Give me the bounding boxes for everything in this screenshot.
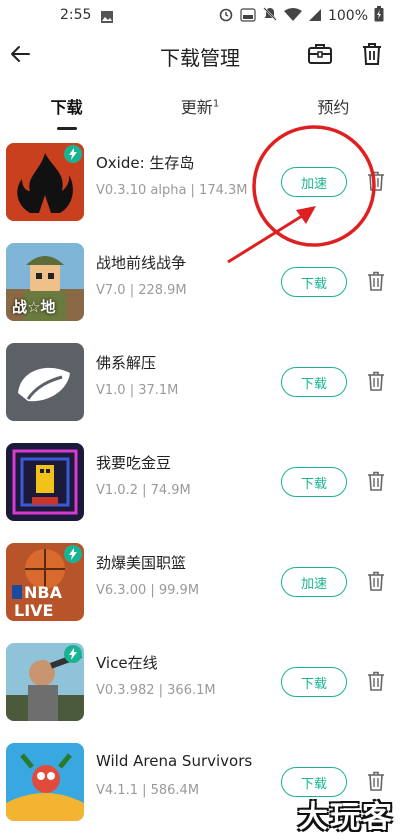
battery-text: 100% xyxy=(327,8,368,24)
page-title: 下载管理 xyxy=(160,46,240,70)
tab-bar: 下载 更新1 预约 xyxy=(0,84,400,134)
app-meta: V0.3.982 | 366.1M xyxy=(96,683,216,698)
title-bar: 下载管理 xyxy=(0,32,400,80)
tab-reserve[interactable]: 预约 xyxy=(267,84,400,134)
list-item: 我要吃金豆 V1.0.2 | 74.9M 下载 xyxy=(0,434,400,534)
download-button[interactable]: 下载 xyxy=(281,467,347,497)
delete-button[interactable] xyxy=(367,571,387,593)
delete-button[interactable] xyxy=(367,171,387,193)
trash-icon xyxy=(367,371,385,395)
delete-all-button[interactable] xyxy=(356,40,388,72)
tab-download-label: 下载 xyxy=(50,98,83,117)
mute-icon xyxy=(262,6,278,26)
app-icon-battlefront[interactable]: 战☆地 xyxy=(6,243,84,321)
status-bar: 2:55 100% xyxy=(0,0,400,32)
watermark-logo: 大玩客 xyxy=(254,796,394,836)
tab-update[interactable]: 更新1 xyxy=(133,84,266,134)
app-name: Vice在线 xyxy=(96,654,158,672)
trash-icon xyxy=(367,671,385,695)
trash-icon xyxy=(367,471,385,495)
list-item: 战☆地 战地前线战争 V7.0 | 228.9M 下载 xyxy=(0,234,400,334)
tab-reserve-label: 预约 xyxy=(317,98,350,117)
battery-icon xyxy=(374,6,384,26)
tab-download[interactable]: 下载 xyxy=(0,84,133,134)
update-count-badge: 1 xyxy=(212,98,220,110)
watermark-text: 大玩客 xyxy=(298,800,394,835)
boost-button[interactable]: 加速 xyxy=(281,567,347,597)
app-name: Wild Arena Survivors xyxy=(96,752,253,770)
trash-icon xyxy=(361,42,383,70)
trash-icon xyxy=(367,171,385,195)
list-item: NBA LIVE 劲爆美国职篮 V6.3.00 | 99.9M 加速 xyxy=(0,534,400,634)
status-icons: 100% xyxy=(218,6,384,26)
download-button[interactable]: 下载 xyxy=(281,367,347,397)
app-icon-wild-arena[interactable] xyxy=(6,743,84,821)
app-meta: V7.0 | 228.9M xyxy=(96,283,187,298)
alarm-icon xyxy=(218,6,234,26)
icon-label-war: 战☆地 xyxy=(12,298,56,316)
app-icon-nba-live[interactable]: NBA LIVE xyxy=(6,543,84,621)
tab-indicator xyxy=(56,127,77,130)
icon-label-live: LIVE xyxy=(14,601,54,620)
list-item: Vice在线 V0.3.982 | 366.1M 下载 xyxy=(0,634,400,734)
app-icon-vice-online[interactable] xyxy=(6,643,84,721)
boost-badge xyxy=(64,145,82,163)
delete-button[interactable] xyxy=(367,371,387,393)
app-name: Oxide: 生存岛 xyxy=(96,154,195,172)
signal-icon xyxy=(308,7,322,26)
tab-update-label: 更新 xyxy=(180,98,213,117)
delete-button[interactable] xyxy=(367,271,387,293)
toolbox-button[interactable] xyxy=(304,40,336,72)
trash-icon xyxy=(367,271,385,295)
status-time: 2:55 xyxy=(60,7,92,23)
app-icon-zen-relief[interactable] xyxy=(6,343,84,421)
app-meta: V0.3.10 alpha | 174.3M xyxy=(96,183,248,198)
list-item: Oxide: 生存岛 V0.3.10 alpha | 174.3M 加速 xyxy=(0,134,400,234)
app-meta: V1.0.2 | 74.9M xyxy=(96,483,191,498)
delete-button[interactable] xyxy=(367,771,387,793)
app-name: 我要吃金豆 xyxy=(96,454,172,472)
wifi-icon xyxy=(283,7,302,26)
delete-button[interactable] xyxy=(367,471,387,493)
gallery-icon xyxy=(100,9,114,28)
app-icon-gold-beans[interactable] xyxy=(6,443,84,521)
boost-badge xyxy=(64,545,82,563)
trash-icon xyxy=(367,571,385,595)
app-meta: V1.0 | 37.1M xyxy=(96,383,179,398)
app-name: 战地前线战争 xyxy=(96,254,187,272)
download-list: Oxide: 生存岛 V0.3.10 alpha | 174.3M 加速 战☆地… xyxy=(0,134,400,834)
app-meta: V6.3.00 | 99.9M xyxy=(96,583,200,598)
delete-button[interactable] xyxy=(367,671,387,693)
app-name: 佛系解压 xyxy=(96,354,157,372)
list-item: 佛系解压 V1.0 | 37.1M 下载 xyxy=(0,334,400,434)
volte-icon xyxy=(240,7,256,26)
app-name: 劲爆美国职篮 xyxy=(96,554,187,572)
toolbox-icon xyxy=(307,42,333,70)
app-meta: V4.1.1 | 586.4M xyxy=(96,783,200,798)
boost-button[interactable]: 加速 xyxy=(281,167,347,197)
app-icon-oxide[interactable] xyxy=(6,143,84,221)
icon-label-nba: NBA xyxy=(24,583,62,602)
download-button[interactable]: 下载 xyxy=(281,267,347,297)
download-button[interactable]: 下载 xyxy=(281,667,347,697)
boost-badge xyxy=(64,645,82,663)
